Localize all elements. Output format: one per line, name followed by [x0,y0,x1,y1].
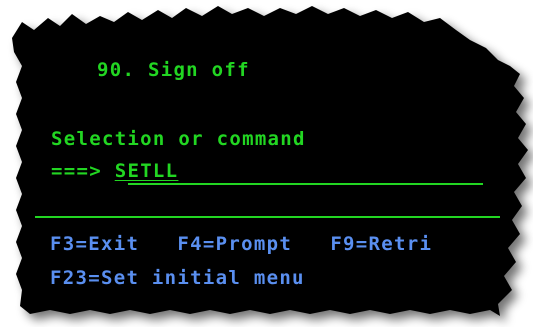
menu-option-label: Sign off [147,59,250,81]
f9-retrieve-key[interactable]: F9=Retri [330,233,432,255]
fkey-label: Retri [368,233,433,255]
command-prompt-label: Selection or command [51,128,306,150]
fkey-name: F9 [330,233,356,255]
f3-exit-key[interactable]: F3=Exit [50,233,139,255]
f23-set-initial-menu-key[interactable]: F23=Set initial menu [50,267,305,289]
fkey-name: F23 [50,267,89,289]
menu-option-sign-off[interactable]: 90. Sign off [97,59,250,81]
fkey-label: Prompt [215,233,293,255]
terminal-screen: 90. Sign off Selection or command ===> S… [0,0,533,327]
command-arrow: ===> [51,160,102,182]
command-line: ===> SETLL [51,160,455,182]
screenshot-stage: 90. Sign off Selection or command ===> S… [0,0,533,327]
fkey-label: Exit [88,233,140,255]
menu-option-number: 90. [97,59,136,81]
command-input-underline [128,183,483,185]
command-input[interactable]: SETLL [115,160,455,182]
fkey-name: F4 [177,233,203,255]
separator-line [35,216,500,218]
function-key-row-2: F23=Set initial menu [50,267,305,289]
fkey-name: F3 [50,233,76,255]
f4-prompt-key[interactable]: F4=Prompt [177,233,292,255]
fkey-label: Set initial menu [100,267,305,289]
function-key-row-1: F3=Exit F4=Prompt F9=Retri [50,233,432,255]
